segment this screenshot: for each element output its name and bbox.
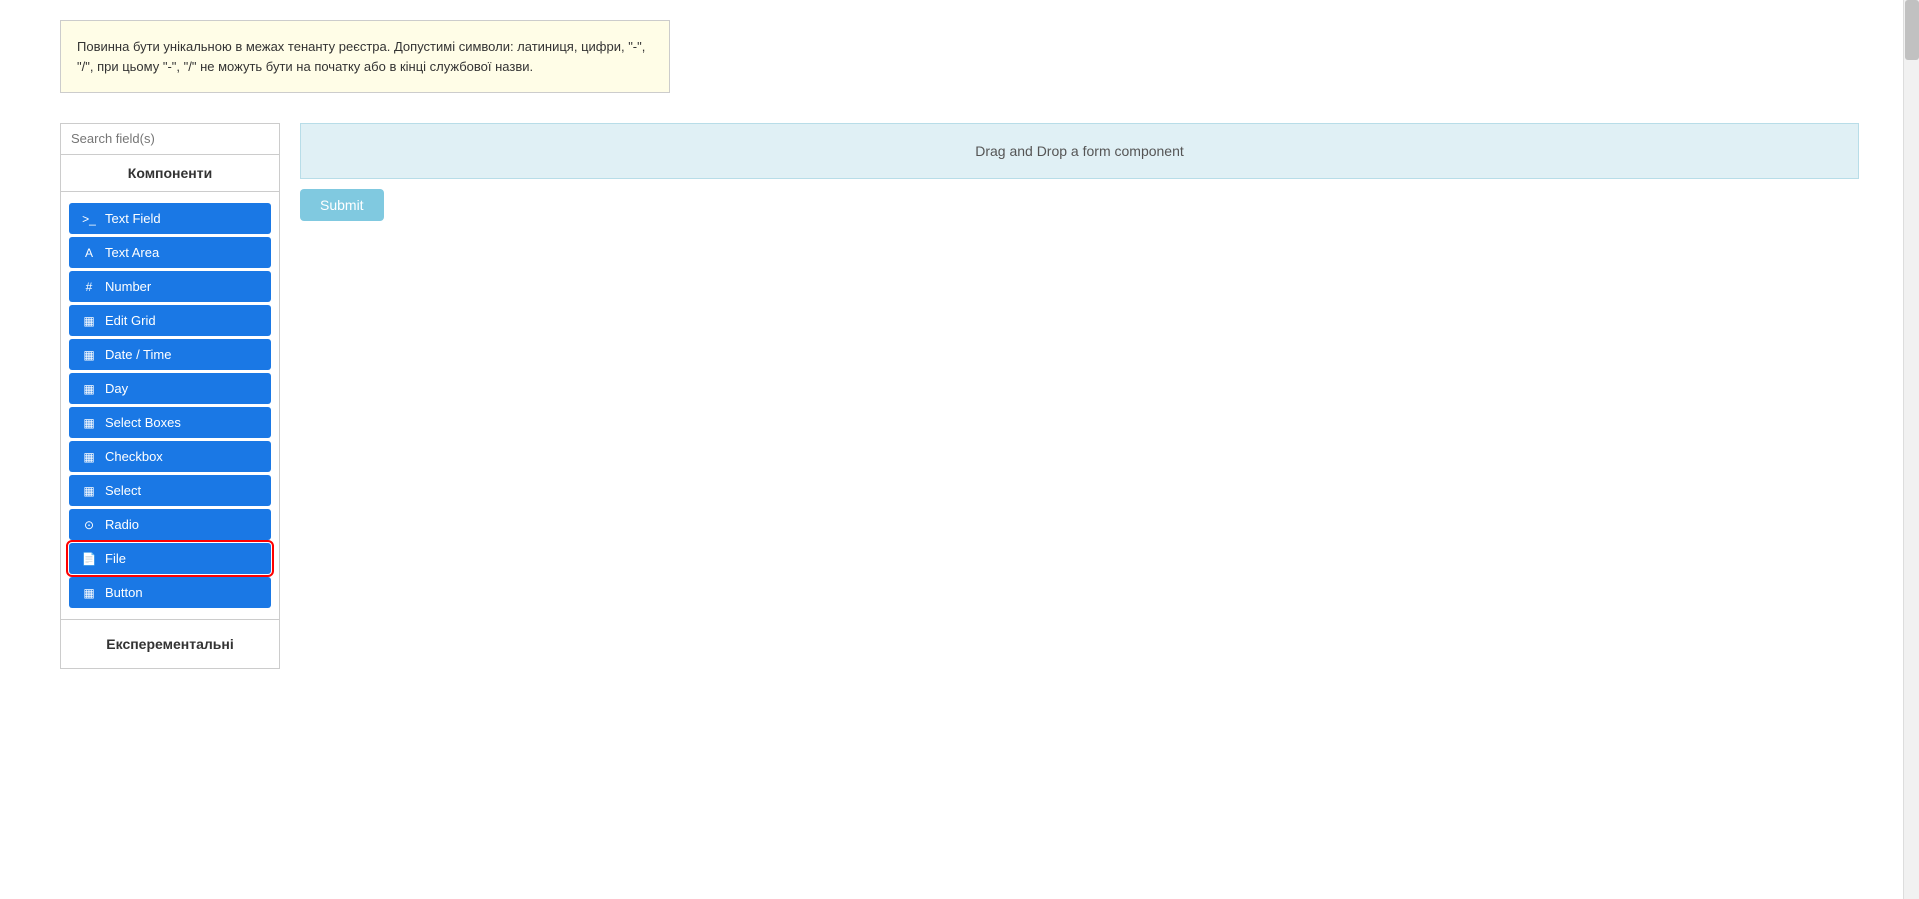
- text-field-icon: >_: [81, 212, 97, 226]
- component-btn-select[interactable]: ▦ Select: [69, 475, 271, 506]
- date-time-label: Date / Time: [105, 347, 171, 362]
- component-btn-date-time[interactable]: ▦ Date / Time: [69, 339, 271, 370]
- component-btn-radio[interactable]: ⊙ Radio: [69, 509, 271, 540]
- edit-grid-icon: ▦: [81, 314, 97, 328]
- component-btn-button[interactable]: ▦ Button: [69, 577, 271, 608]
- page-wrapper: Повинна бути унікальною в межах тенанту …: [0, 0, 1919, 899]
- button-icon: ▦: [81, 586, 97, 600]
- edit-grid-label: Edit Grid: [105, 313, 156, 328]
- select-boxes-icon: ▦: [81, 416, 97, 430]
- component-btn-checkbox[interactable]: ▦ Checkbox: [69, 441, 271, 472]
- scrollbar-thumb[interactable]: [1905, 0, 1919, 60]
- main-area: Компоненти >_ Text Field A Text Area # N…: [0, 113, 1919, 899]
- component-btn-file[interactable]: 📄 File: [69, 543, 271, 574]
- day-label: Day: [105, 381, 128, 396]
- component-btn-day[interactable]: ▦ Day: [69, 373, 271, 404]
- component-btn-number[interactable]: # Number: [69, 271, 271, 302]
- button-label: Button: [105, 585, 143, 600]
- radio-icon: ⊙: [81, 518, 97, 532]
- radio-label: Radio: [105, 517, 139, 532]
- tooltip-text: Повинна бути унікальною в межах тенанту …: [77, 39, 645, 74]
- drag-drop-area[interactable]: Drag and Drop a form component: [300, 123, 1859, 179]
- component-btn-edit-grid[interactable]: ▦ Edit Grid: [69, 305, 271, 336]
- number-label: Number: [105, 279, 151, 294]
- select-icon: ▦: [81, 484, 97, 498]
- scrollbar-track[interactable]: [1903, 0, 1919, 899]
- text-field-label: Text Field: [105, 211, 161, 226]
- submit-button[interactable]: Submit: [300, 189, 384, 221]
- number-icon: #: [81, 280, 97, 294]
- select-label: Select: [105, 483, 141, 498]
- top-note-area: Повинна бути унікальною в межах тенанту …: [0, 0, 1919, 113]
- text-area-icon: A: [81, 246, 97, 260]
- component-btn-text-area[interactable]: A Text Area: [69, 237, 271, 268]
- text-area-label: Text Area: [105, 245, 159, 260]
- checkbox-label: Checkbox: [105, 449, 163, 464]
- date-time-icon: ▦: [81, 348, 97, 362]
- file-icon: 📄: [81, 552, 97, 566]
- drag-drop-label: Drag and Drop a form component: [975, 143, 1184, 159]
- experimental-header: Експерементальні: [60, 620, 280, 669]
- search-input[interactable]: [71, 131, 269, 146]
- file-label: File: [105, 551, 126, 566]
- form-builder-area: Drag and Drop a form component Submit: [300, 123, 1859, 879]
- search-field-wrapper[interactable]: [60, 123, 280, 155]
- component-btn-text-field[interactable]: >_ Text Field: [69, 203, 271, 234]
- components-list: >_ Text Field A Text Area # Number ▦ Edi…: [60, 192, 280, 620]
- select-boxes-label: Select Boxes: [105, 415, 181, 430]
- day-icon: ▦: [81, 382, 97, 396]
- checkbox-icon: ▦: [81, 450, 97, 464]
- tooltip-box: Повинна бути унікальною в межах тенанту …: [60, 20, 670, 93]
- components-header: Компоненти: [60, 155, 280, 192]
- sidebar: Компоненти >_ Text Field A Text Area # N…: [60, 123, 280, 879]
- component-btn-select-boxes[interactable]: ▦ Select Boxes: [69, 407, 271, 438]
